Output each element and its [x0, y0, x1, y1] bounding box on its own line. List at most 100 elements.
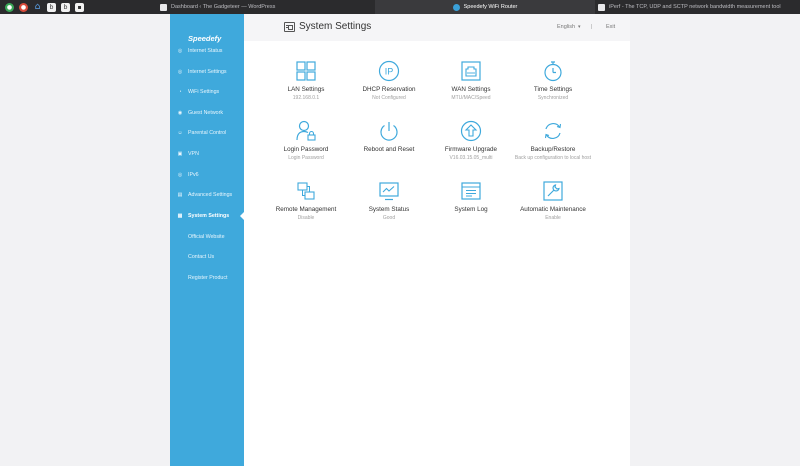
sidebar-item-label: System Settings — [188, 213, 230, 219]
globe-settings-icon: ◎ — [177, 69, 183, 75]
sidebar-item-label: Official Website — [188, 234, 225, 240]
remote-icon — [297, 182, 315, 200]
pinned-tabs: ● ● ⌂ b b ▪ — [0, 0, 150, 14]
svg-text:IP: IP — [385, 67, 394, 77]
tile-automatic-maintenance[interactable]: Automatic Maintenance Enable — [508, 180, 598, 222]
sidebar-item-ipv6[interactable]: ◎ IPv6 — [170, 168, 244, 182]
tile-status: Login Password — [288, 155, 324, 161]
tile-system-log[interactable]: System Log — [426, 180, 516, 215]
sidebar-item-label: Parental Control — [188, 130, 227, 136]
brand-logo: Speedefy — [188, 34, 222, 43]
tile-status: Good — [382, 215, 396, 221]
tile-backup-restore[interactable]: Backup/Restore Back up configuration to … — [508, 120, 598, 162]
tile-wan-settings[interactable]: WAN Settings MTU/MAC/Speed — [426, 60, 516, 102]
tile-label: Reboot and Reset — [363, 146, 415, 153]
browser-tab-wordpress[interactable]: Dashboard ‹ The Gadgeteer — WordPress — [160, 0, 375, 14]
globe-icon: ◎ — [177, 48, 183, 54]
advanced-icon: ▤ — [177, 192, 183, 198]
pinned-tab-doc3-icon[interactable]: ▪ — [75, 2, 84, 12]
sidebar-link-official-website[interactable]: Official Website — [170, 230, 244, 244]
tile-status: V16.03.15.05_multi — [449, 155, 493, 161]
ipv6-icon: ◎ — [177, 172, 183, 178]
tile-status: Not Configured — [372, 95, 406, 101]
sidebar-item-label: VPN — [188, 151, 199, 157]
tile-label: Automatic Maintenance — [520, 206, 586, 213]
monitor-icon — [379, 182, 399, 201]
tile-label: System Log — [454, 206, 488, 213]
ip-icon: IP — [378, 60, 400, 82]
language-select[interactable]: English ▾ — [557, 24, 581, 30]
sidebar-item-label: Internet Status — [188, 48, 223, 54]
pinned-tab-doc2-icon[interactable]: b — [61, 2, 70, 12]
header-separator: | — [591, 24, 593, 30]
speedefy-icon — [452, 3, 460, 11]
sidebar-item-internet-status[interactable]: ◎ Internet Status — [170, 44, 244, 58]
tile-status: Synchronized — [537, 95, 569, 101]
tile-label: Remote Management — [275, 206, 337, 213]
tile-dhcp-reservation[interactable]: IP DHCP Reservation Not Configured — [344, 60, 434, 102]
tile-label: WAN Settings — [451, 86, 491, 93]
exit-button[interactable]: Exit — [606, 24, 615, 30]
tile-time-settings[interactable]: Time Settings Synchronized — [508, 60, 598, 102]
sidebar-item-wifi-settings[interactable]: ◔ WiFi Settings — [170, 85, 244, 99]
tile-reboot-reset[interactable]: Reboot and Reset — [344, 120, 434, 155]
upgrade-icon — [460, 120, 482, 142]
guest-icon: ◉ — [177, 110, 183, 116]
sidebar-item-advanced-settings[interactable]: ▤ Advanced Settings — [170, 188, 244, 202]
sidebar-item-label: Advanced Settings — [188, 192, 233, 198]
page-title: System Settings — [299, 21, 372, 32]
tile-status: Disable — [297, 215, 315, 221]
pinned-tab-red-icon[interactable]: ● — [19, 2, 28, 12]
tab-title: Dashboard ‹ The Gadgeteer — WordPress — [171, 4, 276, 10]
log-icon — [461, 182, 481, 200]
iperf-icon — [598, 3, 605, 11]
tile-lan-settings[interactable]: LAN Settings 192.168.0.1 — [261, 60, 351, 102]
main-content: System Settings English ▾ | Exit LAN Sett… — [244, 14, 630, 466]
tile-firmware-upgrade[interactable]: Firmware Upgrade V16.03.15.05_multi — [426, 120, 516, 162]
pinned-tab-green-icon[interactable]: ● — [5, 2, 14, 12]
tile-system-status[interactable]: System Status Good — [344, 180, 434, 222]
pinned-tab-doc-icon[interactable]: b — [47, 2, 56, 12]
tile-login-password[interactable]: Login Password Login Password — [261, 120, 351, 162]
tab-title: Speedefy WiFi Router — [463, 4, 518, 10]
settings-panel-icon — [284, 22, 295, 32]
sidebar-item-label: Internet Settings — [188, 69, 227, 75]
browser-tab-iperf[interactable]: iPerf - The TCP, UDP and SCTP network ba… — [598, 0, 800, 14]
sidebar-item-label: Register Product — [188, 275, 228, 281]
sidebar-item-guest-network[interactable]: ◉ Guest Network — [170, 106, 244, 120]
sidebar-link-contact-us[interactable]: Contact Us — [170, 250, 244, 264]
sidebar-item-system-settings[interactable]: ▦ System Settings — [170, 209, 244, 223]
refresh-icon — [544, 123, 562, 139]
wrench-icon — [543, 181, 563, 201]
page-background-left — [0, 14, 170, 466]
browser-tab-router[interactable]: Speedefy WiFi Router — [375, 0, 595, 14]
tile-label: Firmware Upgrade — [444, 146, 498, 153]
sidebar-item-vpn[interactable]: ▣ VPN — [170, 147, 244, 161]
stopwatch-icon — [544, 61, 562, 82]
sidebar-item-label: Contact Us — [188, 254, 215, 260]
parental-icon: ☺ — [177, 130, 183, 136]
tile-label: DHCP Reservation — [362, 86, 416, 93]
tile-label: LAN Settings — [287, 86, 325, 93]
tile-label: Backup/Restore — [530, 146, 576, 153]
wifi-icon: ◔ — [178, 89, 182, 95]
wordpress-icon — [160, 3, 167, 11]
tile-status: MTU/MAC/Speed — [451, 95, 491, 101]
tile-status: 192.168.0.1 — [292, 95, 320, 101]
sidebar-item-internet-settings[interactable]: ◎ Internet Settings — [170, 65, 244, 79]
tile-remote-management[interactable]: Remote Management Disable — [261, 180, 351, 222]
tile-label: Login Password — [283, 146, 329, 153]
ethernet-port-icon — [461, 61, 481, 81]
tile-status: Enable — [545, 215, 561, 221]
lan-icon — [296, 61, 316, 81]
sidebar-link-register-product[interactable]: Register Product — [170, 271, 244, 285]
sidebar: Speedefy ◎ Internet Status ◎ Internet Se… — [170, 14, 244, 466]
sidebar-item-parental-control[interactable]: ☺ Parental Control — [170, 126, 244, 140]
home-icon[interactable]: ⌂ — [33, 2, 42, 12]
tile-status: Back up configuration to local host — [514, 155, 592, 161]
chevron-down-icon: ▾ — [578, 24, 581, 30]
sidebar-item-label: IPv6 — [188, 172, 199, 178]
power-icon — [380, 122, 398, 141]
tile-label: Time Settings — [533, 86, 573, 93]
page-background-right — [630, 14, 800, 466]
